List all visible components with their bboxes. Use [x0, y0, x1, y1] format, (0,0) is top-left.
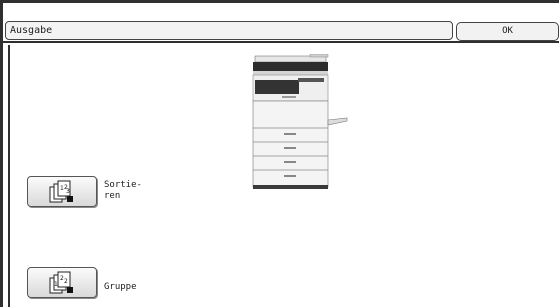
group-label: Gruppe	[104, 282, 137, 292]
svg-text:3: 3	[66, 188, 70, 195]
sort-collate-icon: 1 2 3	[49, 180, 73, 203]
left-border	[8, 45, 10, 307]
sort-button[interactable]: 1 2 3	[27, 176, 97, 207]
copier-illustration	[250, 53, 350, 190]
group-stack-icon: 2 2 1	[49, 271, 73, 294]
svg-text:1: 1	[54, 281, 58, 288]
ok-button[interactable]: OK	[456, 22, 559, 41]
sort-label-line1: Sortie-	[104, 180, 142, 190]
sort-label: Sortie- ren	[104, 180, 142, 202]
group-button[interactable]: 2 2 1	[27, 267, 97, 298]
screen-title: Ausgabe	[5, 21, 453, 40]
title-bar: Ausgabe OK	[3, 3, 559, 43]
svg-text:2: 2	[64, 278, 68, 285]
sort-label-line2: ren	[104, 191, 121, 201]
